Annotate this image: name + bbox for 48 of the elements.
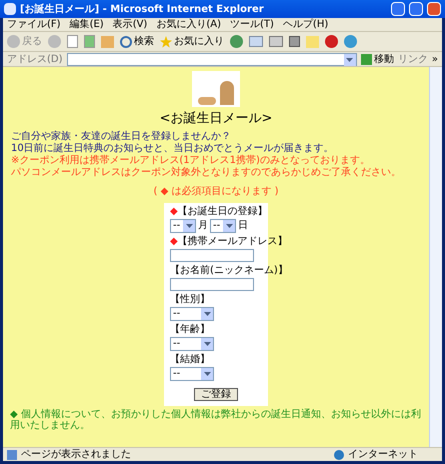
maximize-button[interactable] [409, 2, 423, 16]
input-field[interactable] [170, 278, 254, 292]
register-button[interactable]: ご登録 [194, 388, 238, 402]
search-icon [120, 36, 132, 48]
chevron-text[interactable]: » [432, 52, 438, 66]
menu-item[interactable]: ファイル(F) [7, 20, 61, 30]
menu-item[interactable]: 表示(V) [112, 20, 148, 30]
page-heading: <お誕生日メール> [160, 111, 272, 128]
dropdown-select[interactable]: -- [170, 337, 214, 352]
zone-text: インターネット [348, 450, 419, 460]
field-label: 【お誕生日の登録】 [178, 206, 268, 218]
privacy-note: ◆ 個人情報について、お預かりした個人情報は弊社からの誕生日通知、お知らせ以外には利用いたしません。 [10, 409, 422, 432]
address-label: アドレス(D) [7, 52, 63, 66]
window-title: [お誕生日メール] - Microsoft Internet Explorer [20, 2, 265, 16]
close-button[interactable] [427, 2, 441, 16]
browser-icon [4, 3, 16, 15]
star-icon [160, 36, 172, 48]
dropdown-select[interactable]: -- [170, 307, 214, 322]
scrollbar[interactable] [429, 67, 442, 447]
menu-item[interactable]: 編集(E) [70, 20, 104, 30]
day-unit: 日 [238, 220, 248, 232]
intro-text: ご自分や家族・友達の誕生日を登録しませんか？ [11, 131, 232, 142]
required-mark: ◆ [170, 206, 178, 218]
month-unit: 月 [198, 220, 208, 232]
minimize-button[interactable] [391, 2, 405, 16]
menu-item[interactable]: ツール(T) [230, 20, 274, 30]
required-mark: ◆ [170, 236, 178, 248]
coupon-note: ※クーポン利用は携帯メールアドレス(1アドレス1携帯)のみとなっております。 [11, 155, 371, 166]
input-field[interactable] [170, 249, 254, 262]
dropdown-select[interactable]: -- [170, 367, 214, 382]
favorites-button[interactable]: お気に入り [160, 34, 224, 49]
search-button[interactable]: 検索 [120, 34, 154, 49]
field-label: 【結婚】 [170, 354, 210, 366]
required-note: ( ◆ は必須項目になります ) [153, 184, 279, 200]
status-text: ページが表示されました [21, 450, 132, 460]
dropdown-select[interactable]: -- [170, 219, 196, 234]
field-label: 【お名前(ニックネーム)】 [170, 265, 288, 278]
go-button[interactable]: 移動 [360, 52, 394, 66]
field-label: 【性別】 [170, 294, 210, 306]
links-label[interactable]: リンク [398, 52, 428, 66]
menu-item[interactable]: お気に入り(A) [156, 20, 221, 30]
coupon-note: パソコンメールアドレスはクーポン対象外となりますのであらかじめご了承ください。 [11, 167, 402, 180]
intro-text: 10日前に誕生日特典のお知らせと、当日おめでとうメールが届きます。 [11, 143, 335, 154]
field-label: 【携帯メールアドレス】 [178, 236, 288, 248]
field-label: 【年齢】 [170, 324, 210, 336]
dropdown-select[interactable]: -- [210, 219, 236, 234]
menu-item[interactable]: ヘルプ(H) [282, 20, 328, 30]
address-field[interactable] [66, 52, 357, 66]
